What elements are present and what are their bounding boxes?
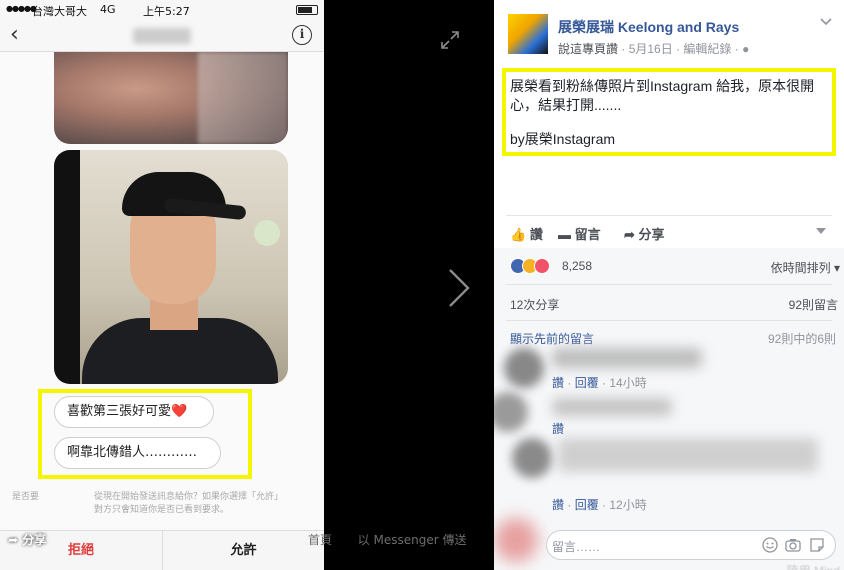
post-text-line-2: by展榮Instagram bbox=[510, 131, 616, 147]
sticker-icon[interactable] bbox=[809, 537, 825, 553]
viewer-caption: 首頁 以 Messenger 傳送 bbox=[308, 531, 466, 548]
message-text-1: 喜歡第三張好可愛 bbox=[67, 404, 172, 419]
comment-reply-link[interactable]: 回覆 bbox=[575, 376, 599, 390]
message-bubble-2[interactable]: 啊靠北傳錯人………… bbox=[54, 437, 221, 469]
blurred-comment bbox=[552, 398, 672, 416]
commenter-avatar[interactable] bbox=[504, 348, 544, 388]
audience-chevron-icon[interactable] bbox=[816, 228, 826, 235]
thumbs-up-icon: 👍 bbox=[510, 227, 527, 242]
love-reaction-icon bbox=[534, 258, 550, 274]
camera-icon[interactable] bbox=[785, 537, 801, 553]
comment-count-link[interactable]: 92則留言 bbox=[789, 296, 838, 313]
chat-photo-1[interactable] bbox=[54, 52, 288, 144]
comment-actions: 讚 · 回覆 · 14小時 bbox=[552, 376, 647, 390]
battery-icon bbox=[296, 5, 318, 15]
facebook-post-panel: 展榮展瑞 Keelong and Rays 說這專頁讚 · 5月16日 · 編輯… bbox=[494, 0, 844, 570]
meta-relation: 說這專頁讚 bbox=[558, 42, 619, 56]
viewer-caption-left[interactable]: 首頁 bbox=[308, 533, 332, 547]
divider bbox=[506, 320, 832, 321]
message-text-2: 啊靠北傳錯人………… bbox=[67, 445, 198, 460]
sort-label: 依時間排列 bbox=[770, 261, 831, 275]
carrier-label: 台灣大哥大 bbox=[32, 5, 87, 18]
heart-emoji-icon: ❤️ bbox=[171, 404, 188, 419]
like-label: 讚 bbox=[529, 227, 543, 242]
post-meta: 說這專頁讚 · 5月16日 · 編輯紀錄 · ● bbox=[558, 40, 749, 57]
comment-actions: 讚 bbox=[552, 420, 564, 437]
clock: 上午5:27 bbox=[143, 5, 190, 18]
sort-dropdown[interactable]: 依時間排列 ▾ bbox=[771, 259, 840, 276]
page-name-link[interactable]: 展榮展瑞 Keelong and Rays bbox=[558, 17, 739, 37]
blurred-comment bbox=[558, 438, 818, 472]
notice-line-1: 從現在開始發送訊息給你？如果你選擇「允許」 bbox=[94, 492, 284, 502]
chat-photo-2[interactable] bbox=[54, 150, 288, 384]
comment-actions: 讚 · 回覆 · 12小時 bbox=[552, 498, 647, 512]
comment-time: 12小時 bbox=[609, 498, 647, 512]
chat-header: ‹ i bbox=[0, 20, 324, 52]
message-bubble-1[interactable]: 喜歡第三張好可愛❤️ bbox=[54, 396, 214, 428]
blurred-comment bbox=[552, 348, 702, 368]
messenger-screenshot: ●●●●● 台灣大哥大 4G 上午5:27 ‹ i 喜歡第三張好可愛❤️ 啊靠北… bbox=[0, 0, 324, 570]
share-arrow-icon: ➦ bbox=[624, 227, 635, 242]
comment-button[interactable]: ▬ 留言 bbox=[558, 224, 601, 243]
notice-line-1-left: 是否要 bbox=[12, 492, 40, 502]
photo-door bbox=[54, 150, 80, 384]
show-previous-comments-link[interactable]: 顯示先前的留言 bbox=[510, 330, 594, 347]
share-label: 分享 bbox=[638, 227, 665, 242]
share-overlay-button[interactable]: ➦ 分享 bbox=[8, 531, 46, 548]
page-avatar[interactable] bbox=[508, 14, 548, 54]
next-photo-arrow-icon[interactable] bbox=[447, 268, 471, 308]
blurred-contact-name bbox=[133, 28, 191, 44]
comment-like-link[interactable]: 讚 bbox=[552, 376, 564, 390]
send-via-messenger-link[interactable]: 以 Messenger 傳送 bbox=[358, 533, 467, 547]
divider bbox=[506, 284, 832, 285]
status-bar: ●●●●● 台灣大哥大 4G 上午5:27 bbox=[0, 0, 324, 20]
photo-lamp bbox=[254, 220, 280, 246]
comment-label: 留言 bbox=[574, 227, 601, 242]
my-avatar bbox=[494, 518, 538, 562]
comment-like-link[interactable]: 讚 bbox=[552, 498, 564, 512]
back-chevron-icon[interactable]: ‹ bbox=[10, 22, 19, 47]
post-text-line-1: 展榮看到粉絲傳照片到Instagram 給我，原本很開心，結果打開....... bbox=[510, 78, 815, 113]
comment-page-count: 92則中的6則 bbox=[767, 332, 836, 346]
post-date-link[interactable]: 5月16日 bbox=[629, 42, 673, 56]
globe-icon: ● bbox=[742, 42, 750, 56]
share-button[interactable]: ➦ 分享 bbox=[624, 224, 665, 243]
post-action-bar: 👍 讚 ▬ 留言 ➦ 分享 bbox=[506, 215, 832, 247]
post-text-spacer bbox=[510, 115, 832, 130]
allow-button[interactable]: 允許 bbox=[162, 531, 324, 570]
bottom-partial-text: 陸用 Mind bbox=[787, 562, 840, 570]
comment-time: 14小時 bbox=[609, 376, 647, 390]
notice-line-2: 對方只會知道你是否已看到要求。 bbox=[94, 505, 230, 515]
commenter-avatar[interactable] bbox=[512, 438, 552, 478]
comment-reply-link[interactable]: 回覆 bbox=[575, 498, 599, 512]
post-options-chevron-icon[interactable] bbox=[820, 17, 832, 27]
meta-separator: · bbox=[621, 42, 629, 56]
info-icon[interactable]: i bbox=[292, 25, 312, 45]
edit-history-link[interactable]: 編輯紀錄 bbox=[683, 42, 731, 56]
sort-chevron-icon: ▾ bbox=[833, 261, 840, 275]
share-count-link[interactable]: 12次分享 bbox=[510, 296, 559, 313]
request-action-bar: 拒絕 允許 bbox=[0, 530, 324, 570]
comment-input-placeholder: 留言…… bbox=[552, 540, 601, 554]
fullscreen-expand-icon[interactable] bbox=[441, 31, 459, 49]
reaction-count[interactable]: 8,258 bbox=[562, 259, 592, 273]
post-body: 展榮看到粉絲傳照片到Instagram 給我，原本很開心，結果打開.......… bbox=[510, 77, 832, 149]
share-overlay-label: 分享 bbox=[22, 533, 47, 547]
network-label: 4G bbox=[100, 3, 116, 16]
share-arrow-icon: ➦ bbox=[8, 533, 19, 547]
emoji-icon[interactable] bbox=[762, 537, 778, 553]
comment-bubble-icon: ▬ bbox=[558, 227, 571, 242]
like-button[interactable]: 👍 讚 bbox=[510, 224, 543, 243]
comment-like-link[interactable]: 讚 bbox=[552, 422, 564, 436]
